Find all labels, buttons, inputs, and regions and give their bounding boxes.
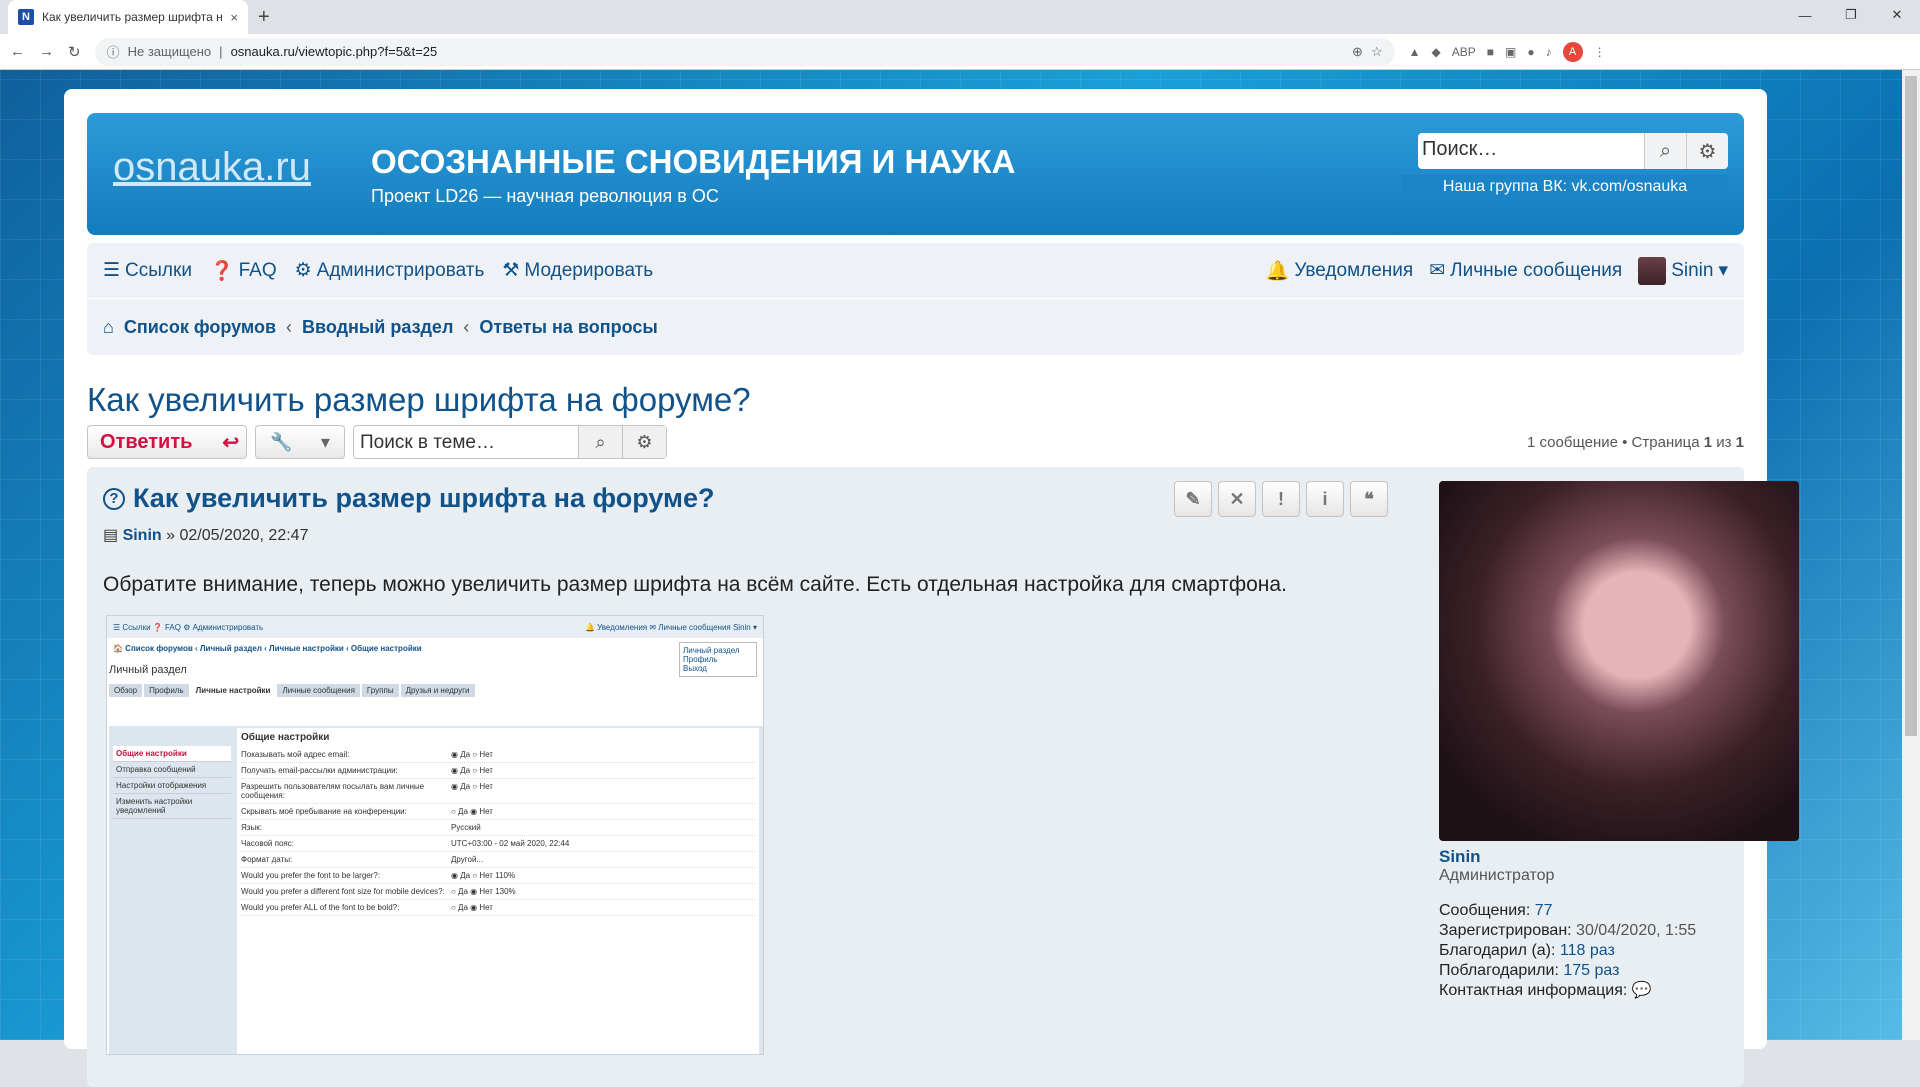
post-profile: Sinin Администратор Сообщения: 77 Зареги… [1439, 481, 1799, 1001]
post-title[interactable]: ? Как увеличить размер шрифта на форуме? [103, 483, 715, 514]
report-icon[interactable]: ! [1262, 481, 1300, 517]
avatar [1638, 256, 1667, 285]
menu-icon[interactable]: ⋮ [1594, 45, 1606, 59]
breadcrumb: ⌂ Список форумов ‹ Вводный раздел ‹ Отве… [103, 316, 658, 338]
bell-icon: 🔔 [1265, 260, 1290, 282]
caret-down-icon: ▾ [1718, 260, 1728, 281]
reload-icon[interactable]: ↻ [68, 43, 81, 61]
extension-icon[interactable]: ▲ [1409, 45, 1421, 59]
page-title[interactable]: Как увеличить размер шрифта на форуме? [87, 381, 1744, 419]
gear-icon[interactable]: ⚙ [622, 426, 666, 458]
edit-icon[interactable]: ✎ [1174, 481, 1212, 517]
reply-button[interactable]: Ответить ↩ [87, 425, 247, 459]
search-icon[interactable]: ⌕ [578, 426, 622, 458]
search-icon[interactable]: ⌕ [1644, 133, 1686, 169]
topic-actions: Ответить ↩ 🔧 ▾ Поиск в теме… ⌕ ⚙ 1 сообщен… [87, 423, 1744, 461]
back-icon[interactable]: ← [10, 43, 25, 60]
topic-tools-button[interactable]: 🔧 ▾ [255, 425, 345, 459]
browser-tab[interactable]: N Как увеличить размер шрифта н × [8, 0, 248, 34]
site-description: Проект LD26 — научная революция в ОС [371, 186, 719, 206]
header-search-input[interactable]: Поиск… [1418, 133, 1644, 169]
breadcrumb-item[interactable]: Список форумов [124, 317, 276, 338]
profile-avatar[interactable]: A [1562, 41, 1583, 62]
zoom-icon[interactable]: ⊕ [1352, 44, 1363, 60]
tab-close-icon[interactable]: × [230, 10, 238, 25]
site-logo[interactable]: osnauka.ru [113, 145, 311, 190]
profile-rank: Администратор [1439, 867, 1555, 884]
inbox-icon: ✉ [1429, 260, 1446, 281]
chat-icon[interactable]: 💬 [1632, 982, 1652, 999]
microphone-icon[interactable]: ♪ [1546, 45, 1552, 59]
nav-faq[interactable]: ❓ FAQ [210, 259, 277, 283]
insecure-label: Не защищено [127, 44, 212, 59]
post: ? Как увеличить размер шрифта на форуме? … [87, 467, 1799, 1087]
extension-icon[interactable]: ● [1527, 45, 1534, 59]
favicon-icon: N [18, 9, 34, 25]
wrench-icon: 🔧 [270, 431, 293, 452]
question-icon: ❓ [209, 260, 234, 282]
close-window-icon[interactable]: ✕ [1874, 0, 1920, 30]
post-content: Обратите внимание, теперь можно увеличит… [103, 573, 1287, 596]
forum-page: osnauka.ru ОСОЗНАННЫЕ СНОВИДЕНИЯ И НАУКА… [64, 89, 1799, 1087]
nav-notifications[interactable]: 🔔 Уведомления [1266, 259, 1413, 283]
profile-stats: Сообщения: 77 Зарегистрирован: 30/04/202… [1439, 902, 1697, 999]
forward-icon[interactable]: → [39, 43, 54, 60]
adblock-icon[interactable]: ABP [1452, 45, 1476, 59]
new-tab-button[interactable]: + [258, 6, 270, 29]
post-buttons: ✎ ✕ ! i ❝ [1174, 481, 1388, 517]
nav-moderate[interactable]: ⚒ Модерировать [502, 259, 653, 283]
topic-search: Поиск в теме… ⌕ ⚙ [353, 425, 667, 459]
profile-photo [1439, 481, 1799, 841]
topic-search-input[interactable]: Поиск в теме… [354, 426, 578, 458]
reply-icon: ↩ [222, 431, 240, 454]
extension-icon[interactable]: ■ [1487, 45, 1494, 59]
site-header: osnauka.ru ОСОЗНАННЫЕ СНОВИДЕНИЯ И НАУКА… [87, 113, 1744, 235]
maximize-icon[interactable]: ❐ [1828, 0, 1874, 30]
scrollbar-thumb[interactable] [1905, 76, 1917, 736]
file-icon: ▤ [103, 527, 123, 544]
nav-admin[interactable]: ⚙ Администрировать [295, 259, 485, 283]
home-icon: ⌂ [103, 316, 114, 337]
browser-toolbar: ← → ↻ ⓘ Не защищено | osnauka.ru/viewtop… [0, 34, 1920, 70]
scrollbar[interactable] [1902, 70, 1920, 1040]
embedded-screenshot[interactable]: ☰ Ссылки ❓ FAQ ⚙ Администрировать 🔔 Уведо… [106, 615, 764, 1055]
vk-group-link[interactable]: Наша группа ВК: vk.com/osnauka [1402, 175, 1728, 199]
info-icon[interactable]: i [1306, 481, 1344, 517]
extension-icon[interactable]: ▣ [1505, 45, 1516, 59]
post-author: ▤ Sinin » 02/05/2020, 22:47 [103, 527, 309, 544]
posts-link[interactable]: 77 [1535, 902, 1553, 919]
header-search: Поиск… ⌕ ⚙ [1418, 133, 1728, 169]
url-text[interactable]: osnauka.ru/viewtopic.php?f=5&t=25 [231, 44, 438, 59]
cogs-icon: ⚙ [294, 260, 312, 281]
caret-down-icon: ▾ [320, 431, 330, 452]
info-icon[interactable]: ⓘ [107, 42, 120, 61]
minimize-icon[interactable]: — [1782, 0, 1828, 30]
breadcrumb-item[interactable]: Ответы на вопросы [479, 317, 657, 338]
thanked-by-link[interactable]: 175 раз [1563, 962, 1619, 979]
bookmark-star-icon[interactable]: ☆ [1371, 44, 1383, 60]
gear-icon[interactable]: ⚙ [1686, 133, 1728, 169]
extensions: ▲ ◆ ABP ■ ▣ ● ♪ A ⋮ [1409, 41, 1606, 62]
site-title: ОСОЗНАННЫЕ СНОВИДЕНИЯ И НАУКА [371, 143, 1016, 180]
window-controls: — ❐ ✕ [1782, 0, 1920, 30]
delete-icon[interactable]: ✕ [1218, 481, 1256, 517]
navbar: ☰ Ссылки ❓ FAQ ⚙ Администрировать ⚒ Модериро… [87, 243, 1744, 355]
nav-links[interactable]: ☰ Ссылки [103, 259, 192, 283]
user-menu[interactable]: Sinin ▾ [1638, 256, 1728, 285]
address-bar[interactable]: ⓘ Не защищено | osnauka.ru/viewtopic.php… [94, 37, 1395, 66]
pagination: 1 сообщение • Страница 1 из 1 [1527, 433, 1744, 451]
nav-messages[interactable]: ✉ Личные сообщения [1429, 259, 1622, 282]
menu-lines-icon: ☰ [103, 260, 121, 281]
gavel-icon: ⚒ [502, 260, 520, 281]
quote-icon[interactable]: ❝ [1350, 481, 1388, 517]
extension-icon[interactable]: ◆ [1431, 45, 1440, 59]
profile-username[interactable]: Sinin [1439, 847, 1799, 867]
thanked-link[interactable]: 118 раз [1560, 942, 1615, 959]
tab-title: Как увеличить размер шрифта н [42, 10, 223, 24]
question-circle-icon: ? [103, 487, 125, 510]
breadcrumb-item[interactable]: Вводный раздел [302, 317, 453, 338]
browser-tabstrip: N Как увеличить размер шрифта н × + — ❐ … [0, 0, 1920, 34]
